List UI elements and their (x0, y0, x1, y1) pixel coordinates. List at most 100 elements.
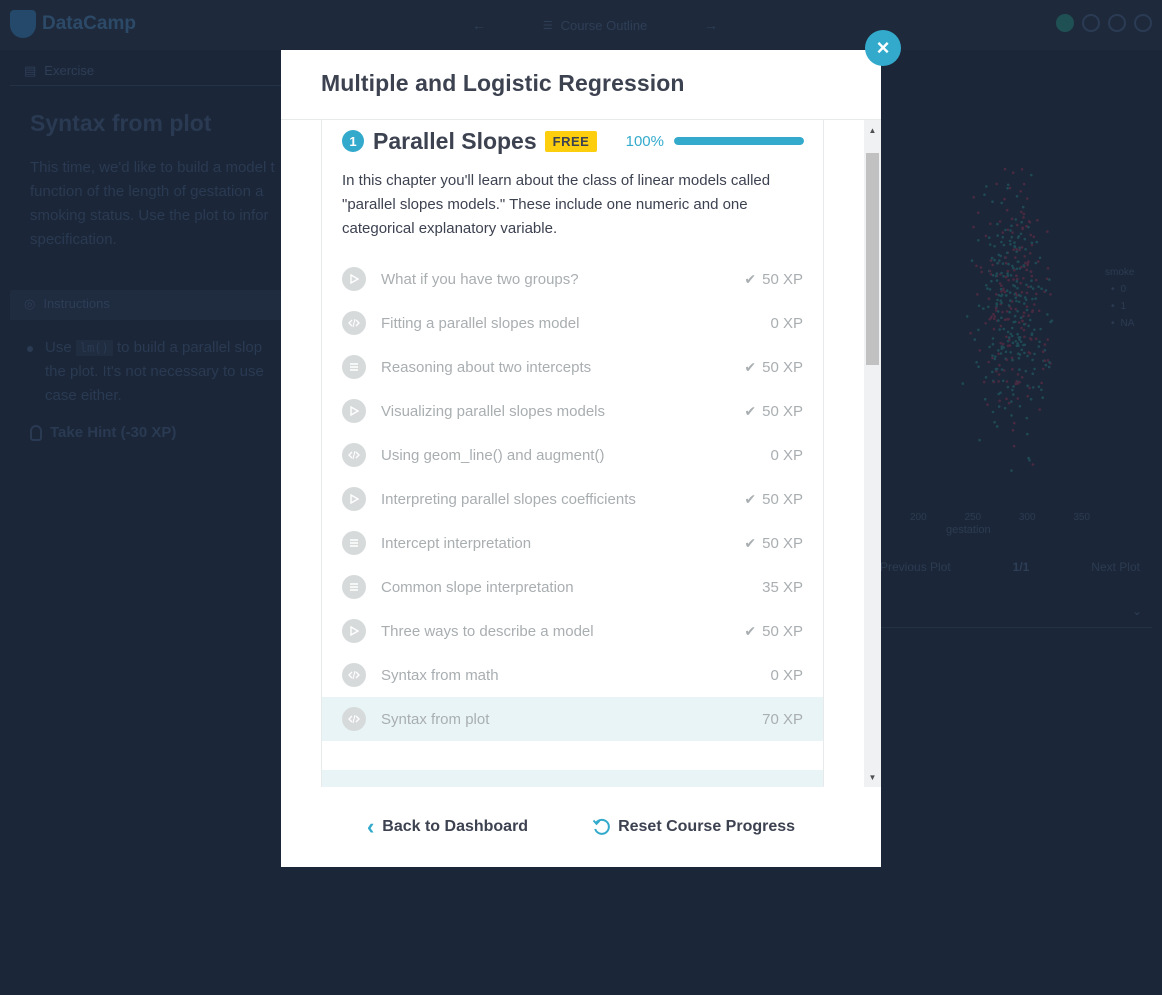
exercise-item[interactable]: Reasoning about two intercepts ✔ 50 XP (322, 345, 823, 389)
previous-plot-button[interactable]: Previous Plot (880, 560, 951, 574)
menu-icon: ☰ (542, 19, 553, 32)
scatter-point (998, 399, 1001, 403)
scatter-point (1004, 350, 1008, 354)
scatter-point (1013, 314, 1017, 318)
scatter-point (1029, 270, 1033, 273)
scatter-point (1017, 321, 1021, 324)
help-icon[interactable] (1134, 14, 1152, 32)
prev-exercise-icon[interactable]: ← (472, 17, 486, 33)
scatter-point (1011, 341, 1015, 345)
scatter-point (1015, 274, 1018, 277)
scatter-point (991, 342, 995, 346)
scatter-point (979, 266, 983, 269)
slides-icon[interactable] (1108, 14, 1126, 32)
scatter-point (1013, 245, 1017, 249)
scroll-up-arrow-icon[interactable]: ▲ (864, 122, 881, 138)
checkmark-icon: ✔ (744, 402, 757, 419)
exercise-label: Using geom_line() and augment() (381, 446, 605, 464)
scatter-point (1001, 262, 1005, 265)
scatter-point (1000, 201, 1003, 205)
logo[interactable]: DataCamp (10, 10, 136, 38)
scatter-point (1016, 260, 1020, 264)
exercise-tab[interactable]: ▤ Exercise (10, 56, 310, 86)
scatter-point (1018, 248, 1021, 252)
scatter-point (1006, 272, 1009, 275)
exercise-item[interactable]: Syntax from plot 70 XP (322, 697, 823, 741)
scatter-point (1014, 296, 1018, 299)
scatter-point (993, 315, 997, 318)
chevron-left-icon: ‹ (366, 814, 375, 839)
scatter-point (1036, 218, 1039, 222)
scatter-point (1012, 248, 1015, 251)
exercise-item[interactable]: What if you have two groups? ✔ 50 XP (322, 257, 823, 301)
reset-course-progress-button[interactable]: Reset Course Progress (592, 818, 795, 836)
scatter-point (998, 220, 1002, 223)
scatter-point (1024, 261, 1027, 265)
scatter-point (1011, 264, 1014, 268)
exercise-item[interactable]: Syntax from math 0 XP (322, 653, 823, 697)
scatter-point (1016, 286, 1019, 290)
console-bar[interactable]: ⌄ (880, 598, 1152, 628)
code-icon (342, 663, 366, 687)
legend-label: NA (1120, 318, 1135, 329)
reset-course-progress-label: Reset Course Progress (618, 818, 796, 835)
scatter-point (1022, 182, 1026, 186)
scatter-point (1002, 288, 1005, 292)
scatter-point (1000, 271, 1003, 275)
chevron-down-icon[interactable]: ⌄ (1132, 604, 1142, 618)
take-hint-button[interactable]: Take Hint (-30 XP) (30, 424, 176, 441)
scatter-point (982, 380, 986, 384)
scatter-point (1014, 307, 1017, 311)
instruction-use: Use (45, 339, 72, 356)
exercise-label: Common slope interpretation (381, 578, 574, 596)
exercise-item[interactable]: Interpreting parallel slopes coefficient… (322, 477, 823, 521)
scatter-point (1007, 304, 1011, 307)
exercise-item[interactable]: Using geom_line() and augment() 0 XP (322, 433, 823, 477)
scatter-point (1023, 351, 1026, 355)
scatter-point (1005, 380, 1009, 383)
instructions-tab[interactable]: ◎ Instructions (10, 290, 310, 320)
course-outline-button[interactable]: ☰ Course Outline (543, 18, 648, 33)
next-exercise-icon[interactable]: → (704, 17, 718, 33)
exercise-label: Three ways to describe a model (381, 622, 594, 640)
scatter-point (1034, 297, 1037, 300)
scatter-point (1028, 386, 1031, 390)
exercise-item[interactable]: Intercept interpretation ✔ 50 XP (322, 521, 823, 565)
exercise-label: Syntax from math (381, 666, 499, 684)
exercise-item[interactable]: Common slope interpretation 35 XP (322, 565, 823, 609)
back-to-dashboard-button[interactable]: ‹ Back to Dashboard (367, 816, 528, 838)
scroll-down-arrow-icon[interactable]: ▼ (864, 769, 881, 785)
scatter-point (995, 279, 999, 282)
scatter-point (1010, 400, 1013, 403)
exercise-item[interactable]: Visualizing parallel slopes models ✔ 50 XP (322, 389, 823, 433)
scatter-point (1020, 246, 1024, 249)
scatter-point (1018, 338, 1021, 341)
notification-icon[interactable] (1082, 14, 1100, 32)
scatter-point (1022, 212, 1026, 216)
modal-scrollbar[interactable]: ▲ ▼ (864, 120, 881, 787)
scatter-point (1001, 342, 1005, 346)
exercise-item[interactable]: Three ways to describe a model ✔ 50 XP (322, 609, 823, 653)
scatter-point (1018, 380, 1021, 384)
scatter-point (1010, 224, 1013, 228)
scatter-point (1031, 297, 1034, 301)
bullet-dot (27, 346, 33, 352)
scatter-point (1026, 354, 1029, 358)
scatter-point (976, 293, 979, 296)
close-modal-button[interactable]: × (865, 30, 901, 66)
scatter-point (977, 365, 980, 369)
scatter-point (1026, 394, 1029, 398)
xp-icon[interactable] (1056, 14, 1074, 32)
scatter-point (999, 324, 1003, 328)
scatter-point (1019, 316, 1023, 319)
scatter-point (1013, 268, 1016, 272)
scrollbar-thumb[interactable] (866, 153, 879, 365)
exercise-xp-value: 0 XP (770, 314, 803, 332)
scatter-point (990, 279, 993, 283)
scatter-point (1027, 220, 1031, 223)
exercise-item[interactable]: Fitting a parallel slopes model 0 XP (322, 301, 823, 345)
next-plot-button[interactable]: Next Plot (1091, 560, 1140, 574)
scatter-point (995, 272, 999, 275)
scatter-point (994, 274, 998, 278)
scatter-point (1046, 359, 1050, 362)
